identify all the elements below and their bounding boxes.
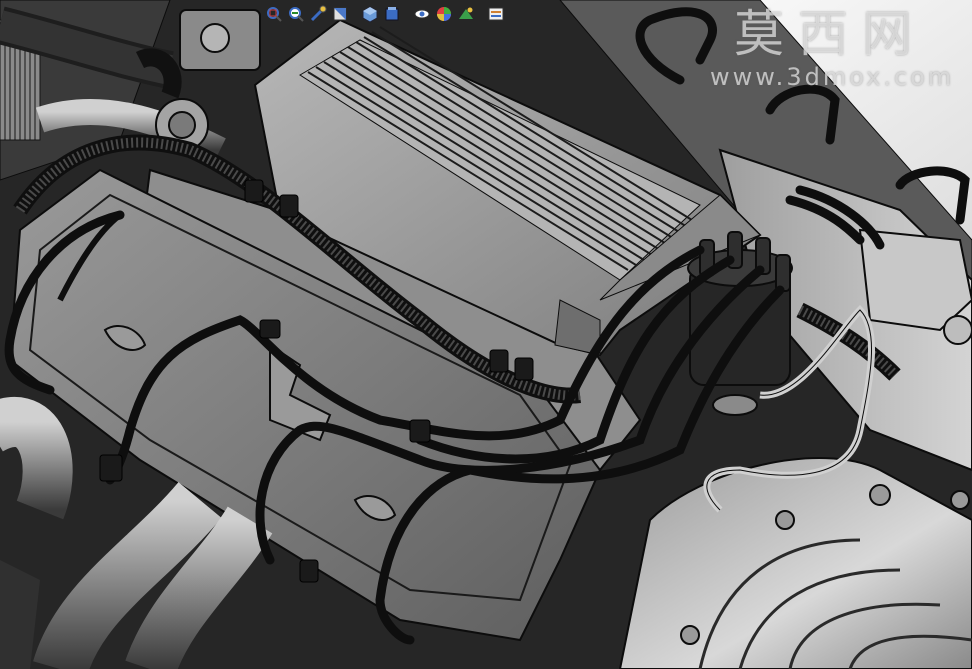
zoom-to-area-icon[interactable] [286,4,306,24]
view-settings-icon[interactable] [486,4,506,24]
view-orientation-icon[interactable] [360,4,380,24]
display-style-icon[interactable] [382,4,402,24]
engine-model[interactable] [0,0,972,669]
previous-view-icon[interactable] [308,4,328,24]
section-view-icon[interactable] [330,4,350,24]
hide-show-items-icon[interactable] [412,4,432,24]
apply-scene-icon[interactable] [456,4,476,24]
edit-appearance-icon[interactable] [434,4,454,24]
heads-up-view-toolbar [262,3,508,25]
graphics-viewport[interactable]: 莫西网 www.3dmox.com [0,0,972,669]
zoom-to-fit-icon[interactable] [264,4,284,24]
